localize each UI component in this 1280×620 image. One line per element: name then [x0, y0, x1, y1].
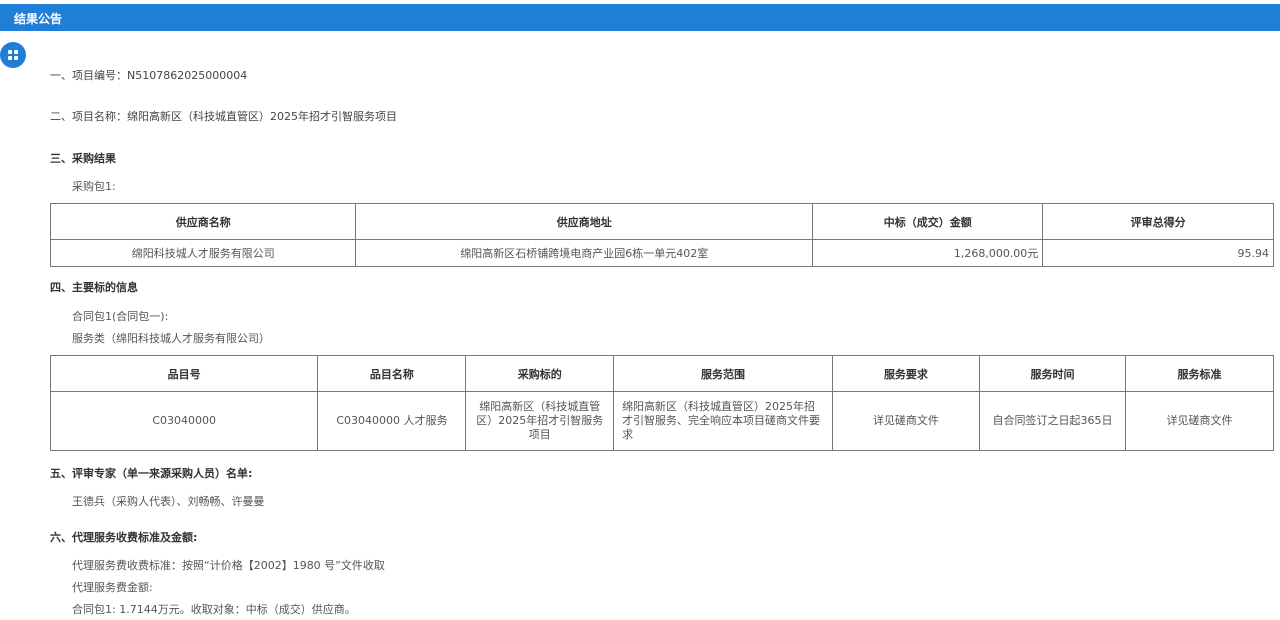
result-heading: 三、采购结果	[50, 152, 116, 165]
supplier-address-cell: 绵阳高新区石桥铺跨境电商产业园6栋一单元402室	[355, 239, 814, 267]
page-title: 结果公告	[14, 12, 63, 26]
service-standard-cell: 详见磋商文件	[1125, 391, 1274, 451]
procurement-target-cell: 绵阳高新区（科技城直管区）2025年招才引智服务项目	[465, 391, 615, 451]
item-no-cell: C03040000	[49, 391, 319, 451]
header-bar: 结果公告	[0, 4, 1280, 31]
col-award-amount: 中标（成交）金额	[812, 203, 1044, 240]
col-service-requirement: 服务要求	[831, 355, 980, 392]
project-number: 一、项目编号：N5107862025000004	[50, 69, 248, 82]
fee-amount-label: 代理服务费金额:	[72, 581, 153, 594]
contract-label: 合同包1(合同包一):	[72, 310, 169, 323]
table-row: 绵阳科技城人才服务有限公司 绵阳高新区石桥铺跨境电商产业园6栋一单元402室 1…	[49, 239, 1274, 267]
fee-heading: 六、代理服务收费标准及金额:	[50, 531, 198, 544]
grid-icon	[8, 50, 18, 60]
col-item-no: 品目号	[49, 355, 319, 392]
table-header-row: 供应商名称 供应商地址 中标（成交）金额 评审总得分	[49, 203, 1274, 240]
table-row: C03040000 C03040000 人才服务 绵阳高新区（科技城直管区）20…	[49, 391, 1274, 451]
service-scope-cell: 绵阳高新区（科技城直管区）2025年招才引智服务、完全响应本项目磋商文件要求	[613, 391, 833, 451]
project-name: 二、项目名称：绵阳高新区（科技城直管区）2025年招才引智服务项目	[50, 110, 397, 123]
col-supplier-name: 供应商名称	[49, 203, 357, 240]
service-requirement-cell: 详见磋商文件	[831, 391, 980, 451]
col-procurement-target: 采购标的	[465, 355, 615, 392]
col-service-standard: 服务标准	[1125, 355, 1274, 392]
col-service-time: 服务时间	[978, 355, 1127, 392]
col-item-name: 品目名称	[317, 355, 467, 392]
grid-menu-button[interactable]	[0, 42, 26, 68]
items-table: 品目号 品目名称 采购标的 服务范围 服务要求 服务时间 服务标准 C03040…	[49, 355, 1274, 451]
fee-standard: 代理服务费收费标准：按照“计价格【2002】1980 号”文件收取	[72, 559, 385, 572]
supplier-name-cell: 绵阳科技城人才服务有限公司	[49, 239, 357, 267]
award-amount-cell: 1,268,000.00元	[812, 239, 1044, 267]
experts-heading: 五、评审专家（单一来源采购人员）名单:	[50, 467, 253, 480]
experts-list: 王德兵（采购人代表）、刘畅畅、许曼曼	[72, 495, 265, 508]
col-service-scope: 服务范围	[613, 355, 833, 392]
item-name-cell: C03040000 人才服务	[317, 391, 467, 451]
fee-amount: 合同包1: 1.7144万元。收取对象：中标（成交）供应商。	[72, 603, 356, 616]
info-heading: 四、主要标的信息	[50, 281, 138, 294]
col-supplier-address: 供应商地址	[355, 203, 814, 240]
service-label: 服务类（绵阳科技城人才服务有限公司）	[72, 332, 270, 345]
results-table: 供应商名称 供应商地址 中标（成交）金额 评审总得分 绵阳科技城人才服务有限公司…	[49, 203, 1274, 267]
col-total-score: 评审总得分	[1042, 203, 1274, 240]
service-time-cell: 自合同签订之日起365日	[978, 391, 1127, 451]
table-header-row: 品目号 品目名称 采购标的 服务范围 服务要求 服务时间 服务标准	[49, 355, 1274, 392]
total-score-cell: 95.94	[1042, 239, 1274, 267]
package-label: 采购包1:	[72, 180, 116, 193]
